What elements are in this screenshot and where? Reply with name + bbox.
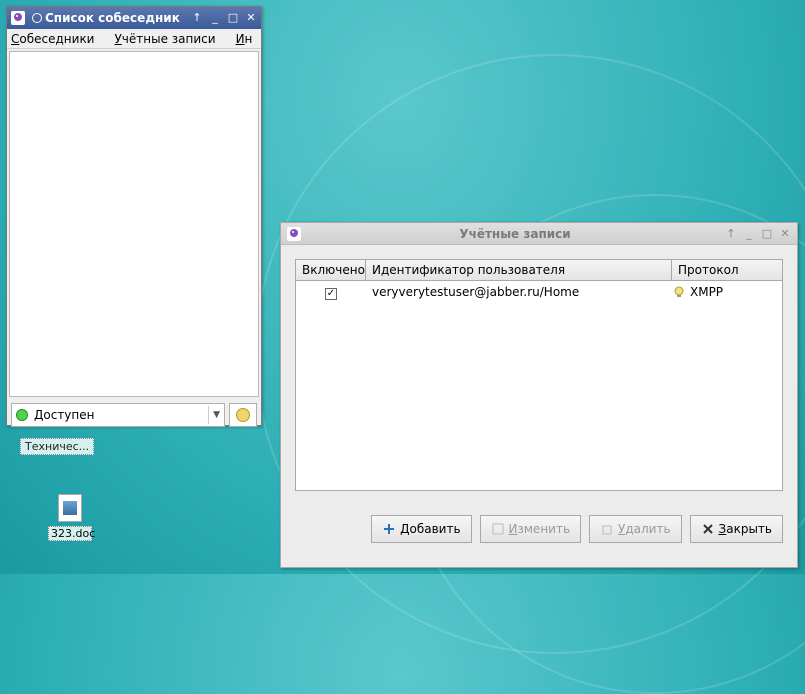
minimize-button[interactable]: _ — [209, 12, 221, 24]
table-row[interactable]: ✓ veryverytestuser@jabber.ru/Home XMPP — [296, 281, 782, 304]
accounts-window: Учётные записи ↑ _ □ ✕ Включено Идентифи… — [280, 222, 798, 568]
xmpp-icon — [672, 285, 686, 299]
buddy-title: Список собеседник — [45, 11, 191, 25]
status-bar: Доступен ▼ — [7, 399, 261, 431]
delete-button: Удалить — [589, 515, 682, 543]
status-selector[interactable]: Доступен ▼ — [11, 403, 225, 427]
shade-button[interactable]: ↑ — [191, 12, 203, 24]
pidgin-icon — [287, 227, 301, 241]
pidgin-icon — [11, 11, 25, 25]
menu-tools[interactable]: Ино — [236, 32, 261, 46]
col-protocol[interactable]: Протокол — [672, 260, 782, 280]
trash-icon — [600, 522, 614, 536]
minimize-button[interactable]: _ — [743, 228, 755, 240]
edit-icon — [491, 522, 505, 536]
maximize-button[interactable]: □ — [761, 228, 773, 240]
menu-accounts[interactable]: Учётные записи — [114, 32, 225, 46]
status-label: Доступен — [34, 408, 94, 422]
accounts-titlebar[interactable]: Учётные записи ↑ _ □ ✕ — [281, 223, 797, 245]
close-button[interactable]: ✕ — [245, 12, 257, 24]
accounts-table: Включено Идентификатор пользователя Прот… — [295, 259, 783, 491]
buddy-list-area[interactable] — [9, 51, 259, 397]
enabled-checkbox[interactable]: ✓ — [325, 288, 337, 300]
maximize-button[interactable]: □ — [227, 12, 239, 24]
col-enabled[interactable]: Включено — [296, 260, 366, 280]
table-header: Включено Идентификатор пользователя Прот… — [296, 260, 782, 281]
cell-protocol: XMPP — [690, 285, 723, 299]
close-dialog-button[interactable]: Закрыть — [690, 515, 783, 543]
add-button[interactable]: Добавить — [371, 515, 471, 543]
plus-icon — [382, 522, 396, 536]
buddy-menubar: Собеседники Учётные записи Ино — [7, 29, 261, 49]
menu-contacts[interactable]: Собеседники — [11, 32, 104, 46]
buddy-titlebar[interactable]: Список собеседник ↑ _ □ ✕ — [7, 7, 261, 29]
desktop-label[interactable]: Техничес... — [20, 438, 94, 455]
close-icon — [701, 522, 715, 536]
window-menu-icon[interactable] — [32, 13, 42, 23]
accounts-title: Учётные записи — [305, 227, 725, 241]
file-name: 323.doc — [48, 526, 92, 541]
close-button[interactable]: ✕ — [779, 228, 791, 240]
status-available-icon — [16, 409, 28, 421]
desktop-file[interactable]: 323.doc — [48, 494, 92, 541]
buddy-list-window: Список собеседник ↑ _ □ ✕ Собеседники Уч… — [6, 6, 262, 426]
shade-button[interactable]: ↑ — [725, 228, 737, 240]
modify-button: Изменить — [480, 515, 582, 543]
person-icon — [236, 408, 250, 422]
chevron-down-icon: ▼ — [213, 410, 220, 420]
mood-button[interactable] — [229, 403, 257, 427]
document-icon — [58, 494, 82, 522]
accounts-button-bar: Добавить Изменить Удалить Закрыть — [281, 505, 797, 543]
col-userid[interactable]: Идентификатор пользователя — [366, 260, 672, 280]
cell-userid: veryverytestuser@jabber.ru/Home — [366, 285, 672, 299]
